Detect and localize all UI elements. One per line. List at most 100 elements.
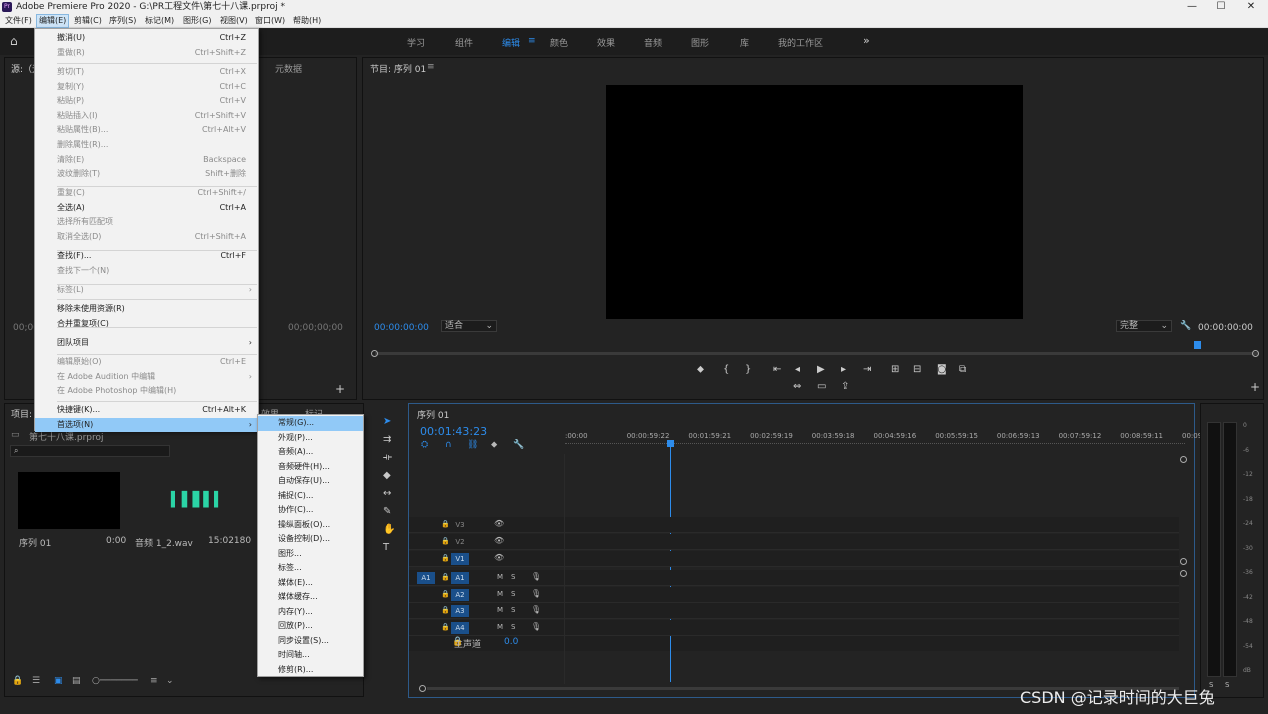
program-timecode[interactable]: 00:00:00:00: [374, 323, 429, 333]
audio-track-target[interactable]: A1: [451, 572, 469, 584]
video-track-row[interactable]: [409, 551, 1179, 567]
add-marker-icon[interactable]: ⬥: [491, 440, 497, 450]
project-tab[interactable]: 项目:: [11, 407, 32, 420]
preferences-item[interactable]: 时间轴...: [258, 648, 363, 663]
selection-tool-icon[interactable]: ➤: [383, 416, 391, 427]
video-track-target[interactable]: V1: [451, 553, 469, 565]
master-volume[interactable]: 0.0: [504, 637, 518, 647]
program-tab-menu-icon[interactable]: ≡: [427, 62, 435, 72]
menu-sequence[interactable]: 序列(S): [107, 14, 138, 28]
edit-menu-item[interactable]: 查找下一个(N): [35, 264, 258, 278]
step-back-icon[interactable]: ◂: [795, 364, 800, 375]
mark-out-icon[interactable]: }: [745, 364, 751, 375]
sequence-thumbnail[interactable]: [18, 472, 120, 529]
microphone-icon[interactable]: 🎙: [531, 589, 541, 598]
edit-menu-item[interactable]: 粘贴属性(B)... Ctrl+Alt+V: [35, 123, 258, 137]
edit-menu-item[interactable]: 在 Adobe Audition 中编辑 ›: [35, 370, 258, 384]
track-divider-handle[interactable]: [1180, 558, 1187, 565]
edit-menu-item[interactable]: 剪切(T) Ctrl+X: [35, 65, 258, 79]
edit-menu-item[interactable]: 选择所有匹配项: [35, 215, 258, 229]
audio-waveform-icon[interactable]: ▍▌▋▌▍: [171, 490, 225, 510]
video-track-target[interactable]: V2: [451, 536, 469, 548]
edit-menu-item[interactable]: 粘贴插入(I) Ctrl+Shift+V: [35, 109, 258, 123]
quality-dropdown[interactable]: 完整 ⌄: [1116, 320, 1172, 332]
sort-icon[interactable]: ≡: [150, 676, 158, 686]
mute-solo-buttons[interactable]: MS: [497, 623, 523, 631]
preferences-item[interactable]: 捕捉(C)...: [258, 489, 363, 504]
timeline-settings-icon[interactable]: 🔧: [513, 440, 524, 450]
edit-menu-item[interactable]: 编辑原始(O) Ctrl+E: [35, 355, 258, 369]
menu-file[interactable]: 文件(F): [3, 14, 34, 28]
workspace-menu-icon[interactable]: ≡: [528, 36, 536, 46]
video-track-target[interactable]: V3: [451, 519, 469, 531]
edit-menu-item[interactable]: 快捷键(K)... Ctrl+Alt+K: [35, 403, 258, 417]
home-icon[interactable]: ⌂: [10, 35, 24, 47]
edit-menu-item[interactable]: 删除属性(R)...: [35, 138, 258, 152]
menu-edit[interactable]: 编辑(E): [36, 14, 70, 28]
compare-icon[interactable]: ⧉: [959, 364, 966, 375]
export-frame-icon[interactable]: ◙: [937, 364, 947, 375]
sort-chevron-icon[interactable]: ⌄: [166, 676, 174, 686]
workspace-libraries[interactable]: 库: [740, 36, 749, 49]
preferences-item[interactable]: 内存(Y)...: [258, 605, 363, 620]
track-lock-icon[interactable]: 🔒: [441, 623, 450, 631]
menu-view[interactable]: 视图(V): [218, 14, 250, 28]
edit-menu-item[interactable]: 首选项(N) ›: [35, 418, 258, 432]
audio-track-row[interactable]: [409, 587, 1179, 603]
video-track-row[interactable]: [409, 534, 1179, 550]
wrench-icon[interactable]: 🔧: [1180, 321, 1191, 331]
list-view-icon[interactable]: ☰: [32, 676, 40, 686]
menu-marker[interactable]: 标记(M): [143, 14, 176, 28]
program-tab[interactable]: 节目: 序列 01: [370, 62, 426, 75]
edit-menu-item[interactable]: 重做(R) Ctrl+Shift+Z: [35, 46, 258, 60]
eye-icon[interactable]: 👁: [494, 519, 504, 528]
metadata-tab[interactable]: 元数据: [275, 62, 302, 75]
time-ruler[interactable]: :00:00 00:00:59:22 00:01:59:21 00:02:59:19 0…: [565, 432, 1202, 448]
edit-menu-item[interactable]: 全选(A) Ctrl+A: [35, 201, 258, 215]
video-scroll-handle[interactable]: [1180, 456, 1187, 463]
timeline-timecode[interactable]: 00:01:43:23: [420, 425, 487, 438]
eye-icon[interactable]: 👁: [494, 536, 504, 545]
type-tool-icon[interactable]: T: [383, 542, 389, 553]
overwrite-icon[interactable]: ⊟: [913, 364, 921, 375]
track-lock-icon[interactable]: 🔒: [441, 606, 450, 614]
icon-view-icon[interactable]: ▣: [54, 676, 63, 686]
program-add-button-icon[interactable]: +: [1250, 380, 1260, 394]
audio-track-row[interactable]: [409, 620, 1179, 636]
preferences-item[interactable]: 回放(P)...: [258, 619, 363, 634]
track-lock-icon[interactable]: 🔒: [441, 590, 450, 598]
edit-menu-item[interactable]: 标签(L) ›: [35, 283, 258, 297]
workspace-effects[interactable]: 效果: [597, 36, 615, 49]
microphone-icon[interactable]: 🎙: [531, 622, 541, 631]
menu-help[interactable]: 帮助(H): [291, 14, 323, 28]
audio-track-row[interactable]: [409, 603, 1179, 619]
menu-graphics[interactable]: 图形(G): [181, 14, 213, 28]
preferences-item[interactable]: 常规(G)...: [258, 416, 363, 431]
mute-solo-buttons[interactable]: MS: [497, 606, 523, 614]
edit-menu-item[interactable]: 撤消(U) Ctrl+Z: [35, 31, 258, 45]
microphone-icon[interactable]: 🎙: [531, 605, 541, 614]
nest-icon[interactable]: ⛭: [421, 440, 428, 450]
master-track-row[interactable]: [409, 635, 1179, 651]
preferences-item[interactable]: 修剪(R)...: [258, 663, 363, 678]
audio-track-target[interactable]: A2: [451, 589, 469, 601]
workspace-assembly[interactable]: 组件: [455, 36, 473, 49]
edit-menu-item[interactable]: 复制(Y) Ctrl+C: [35, 80, 258, 94]
preferences-item[interactable]: 外观(P)...: [258, 431, 363, 446]
workspace-editing[interactable]: 编辑: [502, 36, 520, 49]
razor-tool-icon[interactable]: ◆: [383, 470, 391, 481]
ripple-edit-tool-icon[interactable]: ⟛: [383, 452, 392, 463]
preferences-item[interactable]: 图形...: [258, 547, 363, 562]
preferences-item[interactable]: 标签...: [258, 561, 363, 576]
mute-solo-buttons[interactable]: MS: [497, 590, 523, 598]
edit-menu-item[interactable]: 清除(E) Backspace: [35, 153, 258, 167]
workspace-color[interactable]: 颜色: [550, 36, 568, 49]
preferences-item[interactable]: 协作(C)...: [258, 503, 363, 518]
solo-right-button[interactable]: S: [1225, 681, 1229, 689]
freeform-view-icon[interactable]: ▤: [72, 676, 81, 686]
share-icon[interactable]: ⇪: [841, 381, 849, 392]
scrub-end-handle[interactable]: [1252, 350, 1259, 357]
linked-selection-icon[interactable]: ⛓: [467, 440, 478, 450]
preferences-item[interactable]: 自动保存(U)...: [258, 474, 363, 489]
add-button-icon[interactable]: +: [335, 382, 345, 396]
